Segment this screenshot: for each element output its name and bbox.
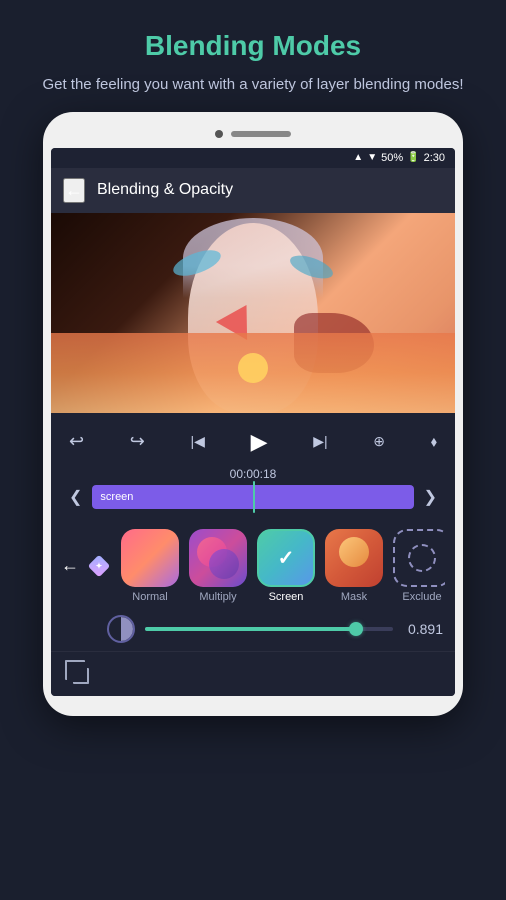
page-subtitle: Get the feeling you want with a variety … <box>20 74 486 97</box>
blend-exclude-thumb <box>393 529 445 587</box>
app-back-button[interactable]: ← <box>63 178 85 203</box>
bookmark-button[interactable]: ⊕ <box>367 429 391 454</box>
blend-screen-thumb: ✓ <box>257 529 315 587</box>
opacity-value: 0.891 <box>403 621 443 637</box>
opacity-slider-fill <box>145 627 356 631</box>
battery-icon: 🔋 <box>407 152 419 163</box>
phone-camera <box>215 130 223 138</box>
blend-modes-scroll: Normal Multiply ✓ <box>121 529 445 603</box>
timeline-track-label: screen <box>100 491 133 503</box>
page-header: Blending Modes Get the feeling you want … <box>0 0 506 112</box>
wifi-icon: ▼ <box>367 152 377 163</box>
phone-mockup: ▲ ▼ 50% 🔋 2:30 ← Blending & Opacity <box>43 112 463 716</box>
blending-back-button[interactable]: ← <box>61 555 79 576</box>
skip-back-button[interactable]: |◀ <box>185 429 211 454</box>
opacity-row: 0.891 <box>51 607 455 651</box>
phone-speaker <box>231 131 291 137</box>
sun-circle <box>238 353 268 383</box>
blend-mode-screen[interactable]: ✓ Screen <box>257 529 315 603</box>
timeline-bar[interactable]: screen <box>92 485 413 509</box>
transport-buttons: ↩ ↪ |◀ ▶ ▶| ⊕ ⬧ <box>63 421 443 463</box>
forward-button[interactable]: ↪ <box>124 427 151 456</box>
blend-screen-label: Screen <box>269 591 304 603</box>
blend-mode-multiply[interactable]: Multiply <box>189 529 247 603</box>
blend-mask-thumb <box>325 529 383 587</box>
app-header-title: Blending & Opacity <box>97 181 233 199</box>
blend-mode-exclude[interactable]: Exclude <box>393 529 445 603</box>
video-content <box>51 213 455 413</box>
bottom-tools <box>51 651 455 692</box>
signal-icon: ▲ <box>353 152 363 163</box>
crop-tool-button[interactable] <box>63 658 91 686</box>
blend-exclude-label: Exclude <box>402 591 441 603</box>
ai-tool-button[interactable]: ✦ <box>87 554 111 578</box>
play-button[interactable]: ▶ <box>245 425 274 459</box>
blend-multiply-label: Multiply <box>199 591 236 603</box>
rewind-button[interactable]: ↩ <box>63 427 90 456</box>
app-header: ← Blending & Opacity <box>51 168 455 213</box>
status-icons: ▲ ▼ 50% 🔋 2:30 <box>353 152 445 164</box>
timeline-prev-button[interactable]: ❮ <box>65 485 86 509</box>
blending-tools-row: ← ✦ Normal <box>51 525 455 607</box>
blend-normal-label: Normal <box>132 591 167 603</box>
playback-controls: ↩ ↪ |◀ ▶ ▶| ⊕ ⬧ 00:00:18 ❮ screen ❯ <box>51 413 455 517</box>
phone-top-bar <box>51 124 455 148</box>
timeline-section: 00:00:18 ❮ screen ❯ <box>63 463 443 513</box>
opacity-slider-thumb <box>349 622 363 636</box>
blend-mode-normal[interactable]: Normal <box>121 529 179 603</box>
blend-multiply-thumb <box>189 529 247 587</box>
blend-screen-check-icon: ✓ <box>278 545 295 570</box>
blend-mode-mask[interactable]: Mask <box>325 529 383 603</box>
blend-normal-thumb <box>121 529 179 587</box>
phone-screen: ▲ ▼ 50% 🔋 2:30 ← Blending & Opacity <box>51 148 455 696</box>
timeline-track: ❮ screen ❯ <box>63 485 443 509</box>
export-button[interactable]: ⬧ <box>425 429 443 454</box>
opacity-slider[interactable] <box>145 627 393 631</box>
blend-mask-label: Mask <box>341 591 367 603</box>
timecode-display: 00:00:18 <box>63 467 443 481</box>
page-title: Blending Modes <box>20 30 486 62</box>
opacity-icon <box>107 615 135 643</box>
video-preview <box>51 213 455 413</box>
battery-percent: 50% <box>381 152 403 164</box>
status-bar: ▲ ▼ 50% 🔋 2:30 <box>51 148 455 168</box>
blending-panel: ← ✦ Normal <box>51 517 455 696</box>
timeline-playhead <box>253 481 255 513</box>
skip-fwd-button[interactable]: ▶| <box>307 429 333 454</box>
timeline-next-button[interactable]: ❯ <box>420 485 441 509</box>
time-display: 2:30 <box>424 152 445 164</box>
